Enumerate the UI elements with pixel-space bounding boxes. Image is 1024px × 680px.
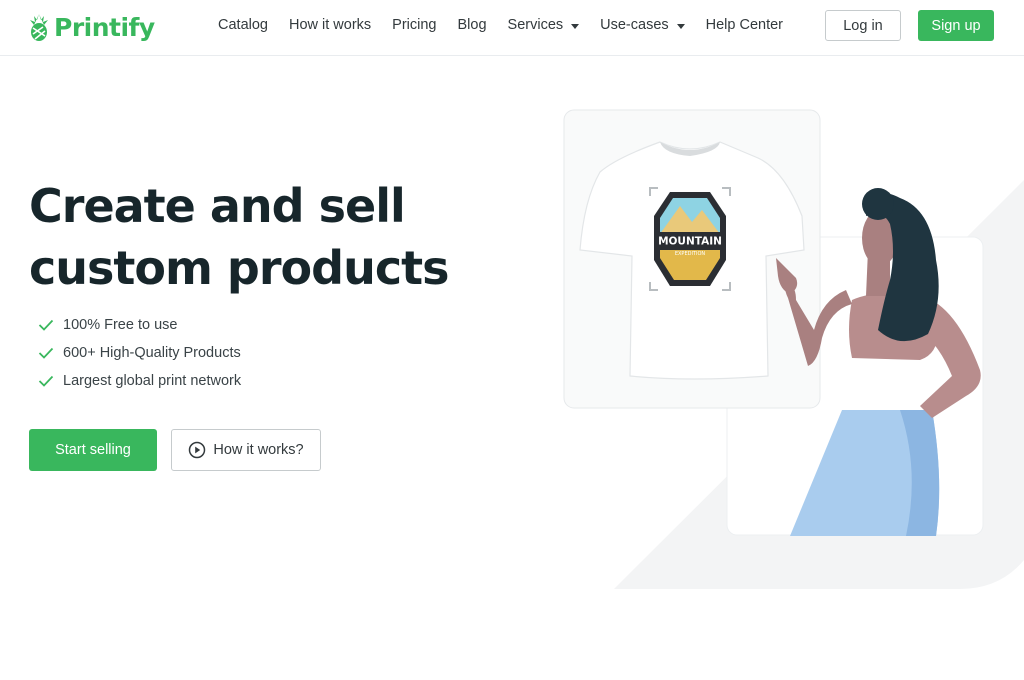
nav-help-center[interactable]: Help Center [706, 17, 783, 33]
badge-subtitle: EXPEDITION [675, 251, 706, 257]
nav-blog-label: Blog [457, 17, 487, 33]
play-circle-icon [189, 441, 206, 459]
nav-catalog-label: Catalog [218, 17, 268, 33]
nav-how-it-works-label: How it works [288, 17, 372, 33]
nav-pricing-label: Pricing [392, 17, 437, 33]
hero-title-line-1: Create and sell [29, 179, 406, 233]
start-selling-button[interactable]: Start selling [29, 429, 157, 471]
feature-item: 100% Free to use [38, 311, 241, 339]
nav-help-center-label: Help Center [705, 17, 784, 33]
how-it-works-button[interactable]: How it works? [171, 429, 321, 471]
pineapple-logo-icon [30, 14, 48, 41]
how-it-works-label: How it works? [213, 442, 304, 458]
check-icon [38, 319, 54, 331]
site-header: Printify Catalog How it works Pricing Bl… [0, 0, 1024, 56]
nav-use-cases-label: Use-cases [600, 17, 669, 33]
main-nav: Catalog How it works Pricing Blog Servic… [218, 17, 804, 33]
brand-name: Printify [54, 12, 155, 42]
login-button[interactable]: Log in [825, 10, 901, 41]
feature-label: Largest global print network [63, 373, 242, 389]
check-icon [38, 375, 54, 387]
badge-title: MOUNTAIN [658, 236, 722, 248]
nav-pricing[interactable]: Pricing [392, 17, 436, 33]
feature-item: 600+ High-Quality Products [38, 339, 241, 367]
feature-item: Largest global print network [38, 367, 241, 395]
hero-title: Create and sell custom products [29, 175, 489, 299]
nav-how-it-works[interactable]: How it works [289, 17, 371, 33]
nav-use-cases[interactable]: Use-cases [600, 17, 685, 33]
feature-label: 100% Free to use [63, 317, 178, 333]
nav-blog[interactable]: Blog [458, 17, 487, 33]
chevron-down-icon [676, 23, 685, 29]
check-icon [38, 347, 54, 359]
hero-illustration: MOUNTAIN EXPEDITION [563, 109, 1024, 589]
chevron-down-icon [571, 23, 580, 29]
feature-label: 600+ High-Quality Products [63, 345, 241, 361]
nav-services[interactable]: Services [508, 17, 580, 33]
nav-services-label: Services [507, 17, 564, 33]
feature-list: 100% Free to use 600+ High-Quality Produ… [38, 311, 241, 395]
signup-button[interactable]: Sign up [918, 10, 994, 41]
hero-title-line-2: custom products [29, 241, 449, 295]
nav-catalog[interactable]: Catalog [218, 17, 268, 33]
brand-logo[interactable]: Printify [28, 11, 155, 43]
